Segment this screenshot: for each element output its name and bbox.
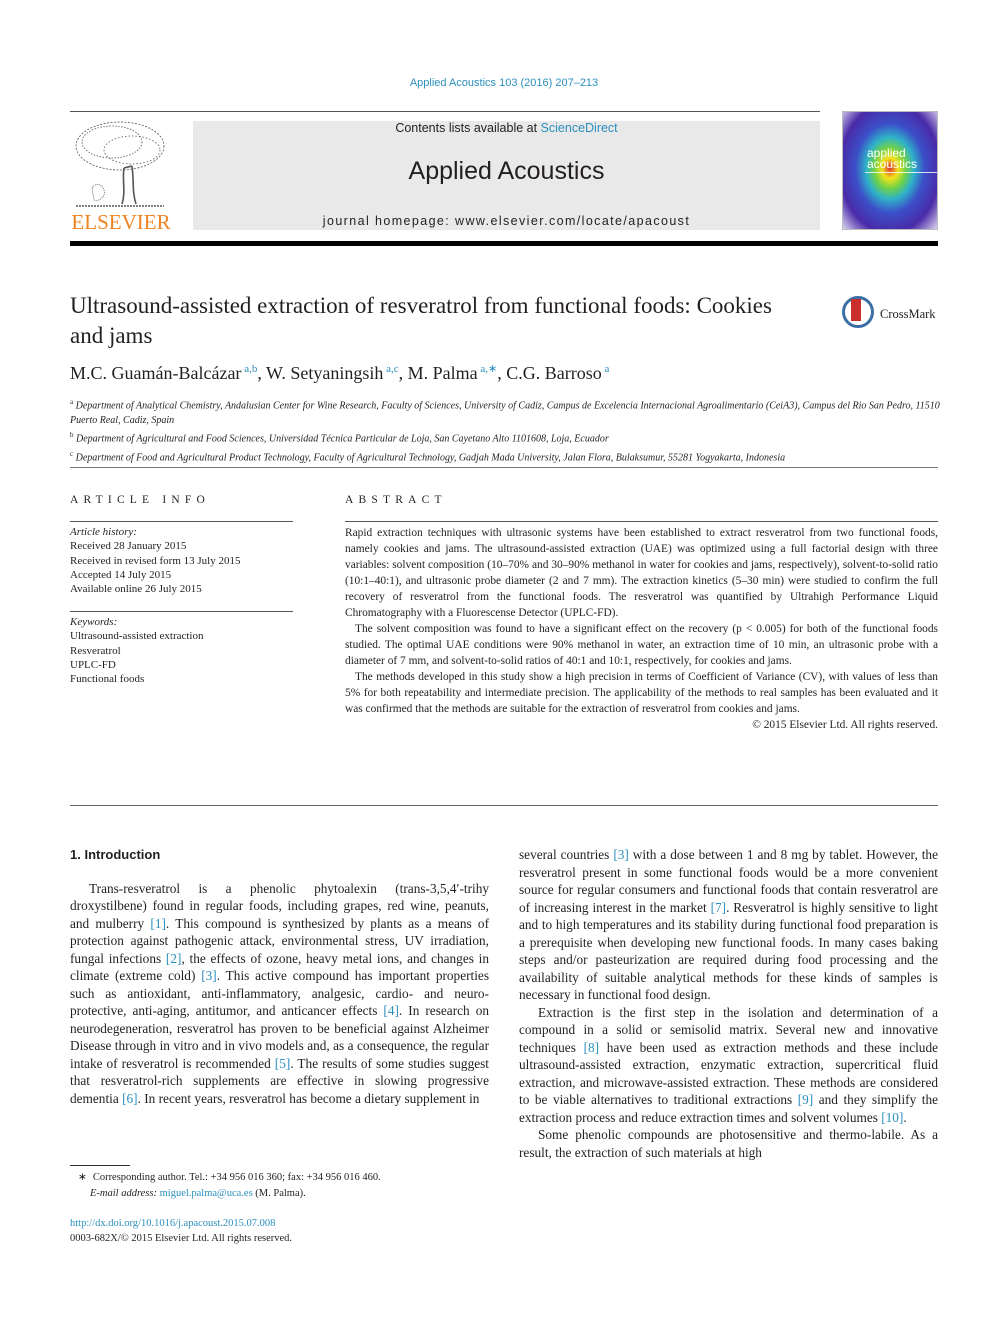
email-label: E-mail address:	[90, 1188, 160, 1199]
cover-title-line2: acoustics	[867, 157, 918, 171]
elsevier-logo[interactable]: ELSEVIER	[70, 118, 172, 234]
journal-title[interactable]: Applied Acoustics	[193, 157, 820, 186]
cover-decorative-line	[865, 172, 937, 173]
body-paragraph: Extraction is the first step in the isol…	[519, 1004, 938, 1127]
corresponding-author-footnote: ∗ Corresponding author. Tel.: +34 956 016…	[70, 1170, 490, 1202]
keyword-item: Resveratrol	[70, 644, 121, 657]
article-title: Ultrasound-assisted extraction of resver…	[70, 293, 772, 348]
elsevier-tree-icon	[72, 118, 168, 210]
body-column-left: 1. Introduction Trans-resveratrol is a p…	[70, 846, 489, 1107]
article-history-label: Article history:	[70, 526, 137, 538]
sciencedirect-link[interactable]: ScienceDirect	[541, 121, 618, 135]
author-name[interactable]: C.G. Barroso	[506, 363, 602, 383]
section-heading-introduction: 1. Introduction	[70, 847, 161, 862]
text-run: several countries	[519, 847, 614, 862]
citation-link[interactable]: [3]	[613, 847, 629, 862]
keyword-item: Ultrasound-assisted extraction	[70, 630, 204, 643]
body-separator-rule	[70, 805, 938, 806]
keywords-label: Keywords:	[70, 616, 118, 628]
citation-link[interactable]: [6]	[122, 1091, 138, 1106]
email-suffix: (M. Palma).	[252, 1188, 306, 1199]
citation-link[interactable]: [3]	[201, 968, 217, 983]
citation-link[interactable]: [10]	[881, 1110, 903, 1125]
issn-copyright: 0003-682X/© 2015 Elsevier Ltd. All right…	[70, 1233, 293, 1244]
citation-link[interactable]: [1]	[150, 916, 166, 931]
footnote-text: Corresponding author. Tel.: +34 956 016 …	[92, 1172, 381, 1183]
homepage-prefix: journal homepage:	[322, 214, 456, 228]
doi-link[interactable]: http://dx.doi.org/10.1016/j.apacoust.201…	[70, 1216, 292, 1231]
keywords-rule	[70, 611, 293, 612]
affiliation-item: b Department of Agricultural and Food Sc…	[70, 431, 609, 445]
article-history: Article history: Received 28 January 201…	[70, 525, 300, 596]
abstract-paragraph: Rapid extraction techniques with ultraso…	[345, 527, 938, 619]
citation-link[interactable]: [4]	[383, 1003, 399, 1018]
abstract-copyright: © 2015 Elsevier Ltd. All rights reserved…	[752, 719, 938, 731]
author-list: M.C. Guamán-Balcázar a,b, W. Setyaningsi…	[70, 363, 610, 383]
affiliation-item: c Department of Food and Agricultural Pr…	[70, 450, 786, 464]
author-name[interactable]: M.C. Guamán-Balcázar	[70, 363, 241, 383]
text-run: .	[903, 1109, 907, 1125]
body-paragraph: Trans-resveratrol is a phenolic phytoale…	[70, 880, 489, 1108]
keywords: Keywords: Ultrasound-assisted extraction…	[70, 615, 300, 686]
citation-link[interactable]: [5]	[275, 1056, 291, 1071]
history-item: Accepted 14 July 2015	[70, 568, 172, 581]
abstract-rule	[345, 521, 938, 522]
doi-block: http://dx.doi.org/10.1016/j.apacoust.201…	[70, 1216, 292, 1246]
article-info-heading: ARTICLE INFO	[70, 494, 210, 506]
journal-masthead: Contents lists available at ScienceDirec…	[193, 121, 820, 230]
masthead-thick-rule	[70, 241, 938, 246]
abstract-paragraph: The methods developed in this study show…	[345, 671, 938, 715]
crossmark-label: CrossMark	[880, 307, 936, 321]
history-item: Received 28 January 2015	[70, 540, 187, 553]
author-name[interactable]: M. Palma	[408, 363, 478, 383]
abstract-body: Rapid extraction techniques with ultraso…	[345, 525, 938, 733]
history-item: Received in revised form 13 July 2015	[70, 554, 241, 567]
footnote-rule	[70, 1165, 130, 1166]
footnote-marker: ∗	[78, 1172, 87, 1183]
journal-cover-image[interactable]: applied acoustics	[842, 111, 938, 230]
text-run: . In recent years, resveratrol has becom…	[137, 1090, 480, 1106]
body-column-right: several countries [3] with a dose betwee…	[519, 846, 938, 1161]
history-item: Available online 26 July 2015	[70, 583, 202, 596]
affiliation-item: a Department of Analytical Chemistry, An…	[70, 398, 940, 426]
keyword-item: UPLC-FD	[70, 658, 116, 671]
abstract-paragraph: The solvent composition was found to hav…	[345, 623, 938, 667]
homepage-url-link[interactable]: www.elsevier.com/locate/apacoust	[455, 214, 690, 228]
crossmark-button[interactable]: CrossMark	[842, 296, 942, 336]
contents-available-line: Contents lists available at ScienceDirec…	[193, 121, 820, 135]
cover-title: applied acoustics	[867, 147, 918, 171]
citation-link[interactable]: [9]	[798, 1092, 814, 1107]
body-paragraph: Some phenolic compounds are photosensiti…	[519, 1126, 938, 1161]
section-rule	[70, 467, 938, 468]
email-link[interactable]: miguel.palma@uca.es	[160, 1188, 253, 1199]
journal-reference-link[interactable]: Applied Acoustics 103 (2016) 207–213	[0, 77, 992, 89]
article-info-rule	[70, 521, 293, 522]
author-affiliation-link[interactable]: a	[604, 363, 609, 375]
author-affiliation-link[interactable]: a,c	[386, 363, 399, 375]
keyword-item: Functional foods	[70, 673, 145, 686]
elsevier-wordmark: ELSEVIER	[71, 210, 171, 234]
crossmark-ribbon-icon	[851, 299, 861, 321]
journal-homepage-line: journal homepage: www.elsevier.com/locat…	[193, 214, 820, 228]
text-run: Some phenolic compounds are photosensiti…	[519, 1127, 938, 1160]
citation-link[interactable]: [8]	[584, 1040, 600, 1055]
author-name[interactable]: W. Setyaningsih	[266, 363, 383, 383]
affiliations: a Department of Analytical Chemistry, An…	[70, 395, 940, 466]
citation-link[interactable]: [2]	[166, 951, 182, 966]
author-affiliation-link[interactable]: a,b	[244, 363, 257, 375]
body-paragraph: several countries [3] with a dose betwee…	[519, 846, 938, 1004]
abstract-heading: ABSTRACT	[345, 494, 447, 506]
contents-prefix: Contents lists available at	[395, 121, 541, 135]
author-affiliation-link[interactable]: a,∗	[480, 363, 497, 375]
header-rule	[70, 111, 820, 112]
citation-link[interactable]: [7]	[711, 900, 727, 915]
